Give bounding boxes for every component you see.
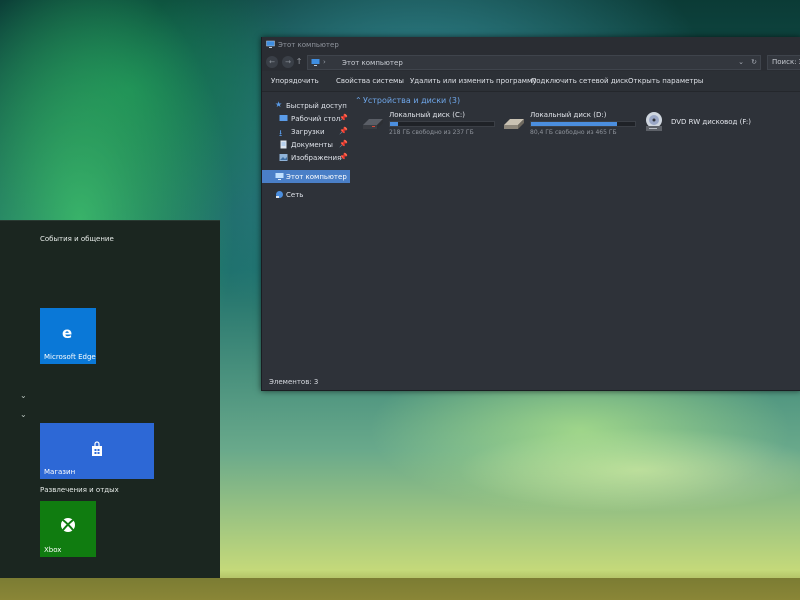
drive-d[interactable]: Локальный диск (D:) 80,4 ГБ свободно из …: [502, 111, 642, 137]
nav-label: Быстрый доступ: [286, 102, 347, 110]
tile-label: Xbox: [44, 546, 62, 554]
nav-item-documents[interactable]: Документы 📌: [262, 138, 350, 151]
hard-drive-icon: [504, 119, 524, 129]
desktop-icon: [279, 115, 288, 121]
nav-item-network[interactable]: Сеть: [262, 188, 350, 201]
edge-icon: e: [62, 325, 72, 341]
pictures-icon: [279, 154, 288, 161]
store-tile[interactable]: Магазин: [40, 423, 154, 479]
xbox-icon: [61, 518, 75, 532]
nav-item-pictures[interactable]: Изображения 📌: [262, 151, 350, 164]
drive-free-space: 218 ГБ свободно из 237 ГБ: [389, 129, 474, 136]
microsoft-edge-tile[interactable]: e Microsoft Edge: [40, 308, 96, 364]
nav-item-this-pc[interactable]: Этот компьютер: [262, 170, 350, 183]
collapse-chevron-icon[interactable]: ⌃: [355, 96, 362, 105]
drive-name: DVD RW дисковод (F:): [671, 118, 751, 126]
nav-label: Изображения: [291, 154, 342, 162]
uninstall-program-button[interactable]: Удалить или изменить программу: [410, 77, 536, 85]
search-input[interactable]: Поиск: Эт: [767, 55, 800, 70]
drive-free-space: 80,4 ГБ свободно из 465 ГБ: [530, 129, 617, 136]
title-bar[interactable]: Этот компьютер: [262, 37, 800, 53]
system-properties-button[interactable]: Свойства системы: [336, 77, 404, 85]
back-arrow-icon[interactable]: ←: [266, 56, 278, 68]
star-icon: ★: [275, 100, 283, 109]
chevron-down-icon[interactable]: ⌄: [738, 58, 744, 66]
command-toolbar: Упорядочить Свойства системы Удалить или…: [262, 71, 800, 92]
drive-usage-bar: [389, 121, 495, 127]
pin-icon[interactable]: 📌: [339, 153, 348, 161]
window-title: Этот компьютер: [278, 41, 339, 49]
dvd-drive-icon: [646, 112, 662, 131]
nav-item-quick-access[interactable]: ★ Быстрый доступ: [262, 99, 350, 112]
breadcrumb-separator: ›: [323, 58, 326, 66]
nav-label: Документы: [291, 141, 333, 149]
computer-icon: [275, 173, 284, 180]
forward-arrow-icon[interactable]: →: [282, 56, 294, 68]
drive-usage-fill: [390, 122, 399, 126]
organize-button[interactable]: Упорядочить: [271, 77, 319, 85]
drive-usage-bar: [530, 121, 636, 127]
drive-name: Локальный диск (D:): [530, 111, 607, 119]
xbox-tile[interactable]: Xbox: [40, 501, 96, 557]
drive-f[interactable]: DVD RW дисковод (F:): [643, 111, 783, 137]
chevron-down-icon[interactable]: ⌄: [20, 411, 27, 419]
hard-drive-icon: [363, 119, 383, 129]
store-bag-icon: [92, 441, 102, 456]
content-pane: ⌃ Устройства и диски (3) Локальный диск …: [351, 92, 800, 376]
download-icon: ⭳: [279, 129, 283, 139]
network-icon: [276, 191, 283, 198]
up-arrow-icon[interactable]: 🡑: [297, 56, 301, 70]
pin-icon[interactable]: 📌: [339, 114, 348, 122]
tile-group-title: События и общение: [40, 235, 114, 243]
address-bar-row: ← → 🡑 › Этот компьютер ⌄ ↻ Поиск: Эт: [262, 53, 800, 71]
start-menu: События и общение e Microsoft Edge ⌄ ⌄ М…: [0, 220, 220, 579]
pin-icon[interactable]: 📌: [339, 127, 348, 135]
nav-item-desktop[interactable]: Рабочий стол 📌: [262, 112, 350, 125]
computer-icon: [266, 40, 275, 48]
open-settings-button[interactable]: Открыть параметры: [628, 77, 703, 85]
drive-usage-fill: [531, 122, 618, 126]
map-network-drive-button[interactable]: Подключить сетевой диск: [531, 77, 628, 85]
tile-group-title: Развлечения и отдых: [40, 486, 119, 494]
chevron-down-icon[interactable]: ⌄: [20, 392, 27, 400]
nav-label: Этот компьютер: [286, 173, 347, 181]
address-field[interactable]: 🡑 › Этот компьютер ⌄ ↻: [297, 55, 761, 70]
drive-c[interactable]: Локальный диск (C:) 218 ГБ свободно из 2…: [361, 111, 501, 137]
navigation-pane: ★ Быстрый доступ Рабочий стол 📌 ⭳ Загруз…: [262, 92, 350, 376]
computer-icon: [311, 59, 320, 66]
tile-label: Магазин: [44, 468, 76, 476]
nav-label: Рабочий стол: [291, 115, 341, 123]
breadcrumb[interactable]: Этот компьютер: [342, 59, 403, 67]
nav-label: Загрузки: [291, 128, 325, 136]
taskbar: [0, 578, 800, 600]
file-explorer-window: Этот компьютер ← → 🡑 › Этот компьютер ⌄ …: [261, 37, 800, 391]
svg-text:e: e: [62, 325, 72, 341]
refresh-icon[interactable]: ↻: [751, 58, 757, 66]
nav-label: Сеть: [286, 191, 304, 199]
nav-item-downloads[interactable]: ⭳ Загрузки 📌: [262, 125, 350, 139]
drive-name: Локальный диск (C:): [389, 111, 465, 119]
pin-icon[interactable]: 📌: [339, 140, 348, 148]
status-bar-item-count: Элементов: 3: [269, 378, 319, 386]
group-header[interactable]: Устройства и диски (3): [363, 96, 460, 105]
tile-label: Microsoft Edge: [44, 353, 96, 361]
document-icon: [280, 140, 287, 149]
